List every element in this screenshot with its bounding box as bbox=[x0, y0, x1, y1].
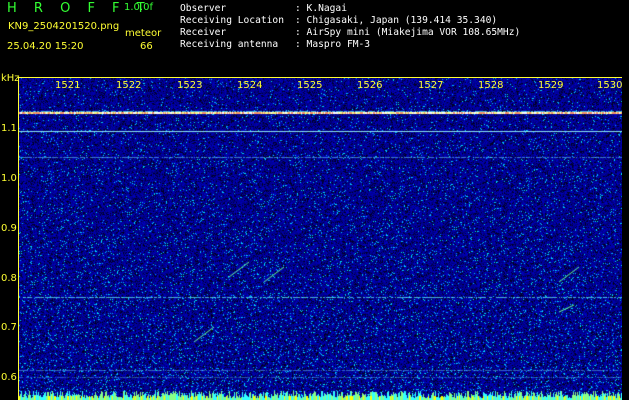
x-tick-label: 1522 bbox=[116, 80, 142, 91]
info-value-receiver: : AirSpy mini (Miakejima VOR 108.65MHz) bbox=[295, 27, 521, 38]
x-tick-label: 1529 bbox=[538, 80, 564, 91]
y-axis-line bbox=[18, 77, 19, 400]
y-tick-label: 0.9 bbox=[1, 223, 17, 234]
y-tick-label: 1.0 bbox=[1, 173, 17, 184]
x-tick-label: 1530 bbox=[597, 80, 623, 91]
x-tick-label: 1521 bbox=[55, 80, 81, 91]
meteor-label: meteor bbox=[125, 28, 162, 39]
version-label: 1.0.0f bbox=[124, 2, 153, 13]
timestamp-label: 25.04.20 15:20 bbox=[7, 41, 84, 52]
x-tick-label: 1525 bbox=[297, 80, 323, 91]
y-tick-label: 0.8 bbox=[1, 273, 17, 284]
meteor-count: 66 bbox=[140, 41, 153, 52]
info-label-observer: Observer bbox=[180, 3, 227, 14]
x-tick-label: 1527 bbox=[418, 80, 444, 91]
y-tick-label: 0.6 bbox=[1, 372, 17, 383]
info-value-antenna: : Maspro FM-3 bbox=[295, 39, 371, 50]
x-tick-label: 1524 bbox=[237, 80, 263, 91]
x-tick-label: 1526 bbox=[357, 80, 383, 91]
filename-label: KN9_2504201520.png bbox=[8, 21, 120, 32]
y-tick-label: 0.7 bbox=[1, 322, 17, 333]
spectrogram-window: { "header": { "app_title": "H R O F F T"… bbox=[0, 0, 629, 400]
spectrogram-canvas bbox=[19, 77, 622, 400]
info-value-location: : Chigasaki, Japan (139.414 35.340) bbox=[295, 15, 498, 26]
x-tick-label: 1523 bbox=[177, 80, 203, 91]
x-tick-label: 1528 bbox=[478, 80, 504, 91]
y-axis-unit: kHz bbox=[1, 73, 20, 84]
info-label-location: Receiving Location bbox=[180, 15, 284, 26]
info-value-observer: : K.Nagai bbox=[295, 3, 347, 14]
info-label-antenna: Receiving antenna bbox=[180, 39, 279, 50]
y-tick-label: 1.1 bbox=[1, 123, 17, 134]
info-label-receiver: Receiver bbox=[180, 27, 227, 38]
